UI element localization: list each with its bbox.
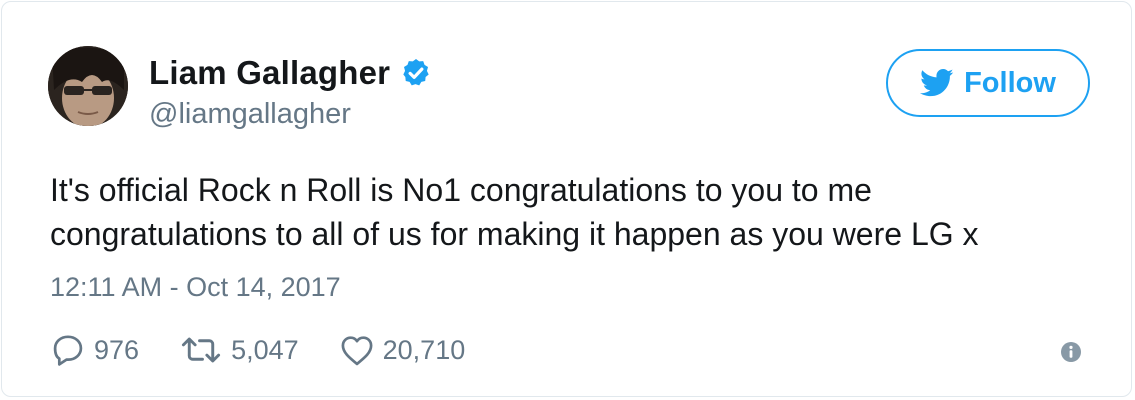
tweet-card: Liam Gallagher @liamgallagher Follow It'… <box>1 1 1132 397</box>
avatar[interactable] <box>48 46 128 126</box>
tweet-actions: 976 5,047 20,710 <box>50 330 465 370</box>
heart-icon <box>339 333 375 367</box>
retweet-button[interactable]: 5,047 <box>179 333 299 367</box>
info-icon[interactable] <box>1060 341 1082 363</box>
like-count: 20,710 <box>382 334 466 365</box>
follow-button-label: Follow <box>964 66 1056 99</box>
tweet-text-line: congratulations to all of us for making … <box>50 216 979 252</box>
reply-count: 976 <box>94 334 140 365</box>
like-button[interactable]: 20,710 <box>339 333 466 367</box>
tweet-text-line: It's official Rock n Roll is No1 congrat… <box>50 172 872 208</box>
reply-icon <box>50 332 86 368</box>
tweet-timestamp[interactable]: 12:11 AM - Oct 14, 2017 <box>50 272 341 303</box>
user-name-row: Liam Gallagher <box>149 54 432 92</box>
avatar-image <box>48 46 128 126</box>
tweet-text: It's official Rock n Roll is No1 congrat… <box>50 168 1090 256</box>
follow-button[interactable]: Follow <box>886 49 1090 117</box>
reply-button[interactable]: 976 <box>50 332 139 368</box>
retweet-icon <box>179 333 223 367</box>
retweet-count: 5,047 <box>231 334 299 365</box>
user-name[interactable]: Liam Gallagher <box>149 54 390 92</box>
user-handle[interactable]: @liamgallagher <box>149 98 351 131</box>
verified-badge-icon <box>400 57 432 89</box>
twitter-bird-icon <box>920 68 954 98</box>
